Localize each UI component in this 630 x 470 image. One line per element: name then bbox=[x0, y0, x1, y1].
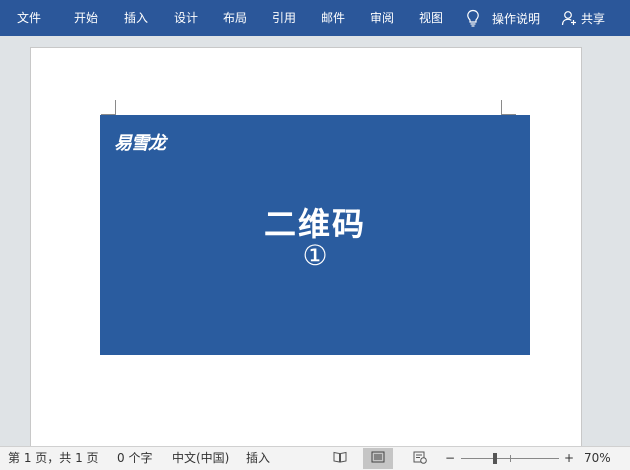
ribbon-tab-bar: 文件 开始 插入 设计 布局 引用 邮件 审阅 视图 操作说明 共享 bbox=[0, 0, 630, 36]
page-layout-icon bbox=[371, 451, 385, 466]
tab-home[interactable]: 开始 bbox=[74, 0, 98, 36]
tell-me-label: 操作说明 bbox=[492, 11, 541, 26]
web-layout-icon bbox=[413, 451, 427, 467]
tab-insert[interactable]: 插入 bbox=[124, 0, 148, 36]
tab-layout[interactable]: 布局 bbox=[223, 0, 247, 36]
tab-view[interactable]: 视图 bbox=[419, 0, 443, 36]
tab-mailings[interactable]: 邮件 bbox=[321, 0, 345, 36]
zoom-slider-thumb[interactable] bbox=[493, 453, 498, 464]
business-card[interactable]: 易雪龙 二维码 ① bbox=[100, 115, 530, 355]
document-page[interactable]: 易雪龙 二维码 ① bbox=[30, 47, 582, 452]
crop-mark-top-right bbox=[501, 100, 516, 115]
language-indicator[interactable]: 中文(中国) bbox=[172, 447, 229, 470]
zoom-in-button[interactable]: + bbox=[564, 447, 574, 470]
share-label: 共享 bbox=[581, 11, 606, 26]
print-layout-button[interactable] bbox=[363, 448, 393, 469]
zoom-slider-center-tick bbox=[510, 455, 511, 462]
tab-design[interactable]: 设计 bbox=[174, 0, 198, 36]
tell-me-box[interactable]: 操作说明 bbox=[466, 0, 540, 36]
zoom-out-button[interactable]: − bbox=[445, 447, 455, 470]
crop-mark-top-left bbox=[101, 100, 116, 115]
brand-logo: 易雪龙 bbox=[114, 133, 166, 154]
insert-mode[interactable]: 插入 bbox=[246, 447, 270, 470]
document-canvas[interactable]: 易雪龙 二维码 ① bbox=[0, 36, 630, 452]
tab-review[interactable]: 审阅 bbox=[370, 0, 394, 36]
book-icon bbox=[333, 451, 347, 466]
page-count[interactable]: 第 1 页，共 1 页 bbox=[8, 447, 99, 470]
person-add-icon bbox=[561, 10, 577, 26]
tab-references[interactable]: 引用 bbox=[272, 0, 296, 36]
card-number: ① bbox=[302, 239, 328, 272]
web-layout-button[interactable] bbox=[405, 448, 435, 469]
read-mode-button[interactable] bbox=[325, 448, 355, 469]
word-count[interactable]: 0 个字 bbox=[117, 447, 152, 470]
status-bar: 第 1 页，共 1 页 0 个字 中文(中国) 插入 − + 70% bbox=[0, 446, 630, 470]
tab-file[interactable]: 文件 bbox=[17, 0, 41, 36]
share-button[interactable]: 共享 bbox=[561, 0, 605, 36]
lightbulb-icon bbox=[466, 9, 480, 27]
zoom-level[interactable]: 70% bbox=[584, 447, 611, 470]
